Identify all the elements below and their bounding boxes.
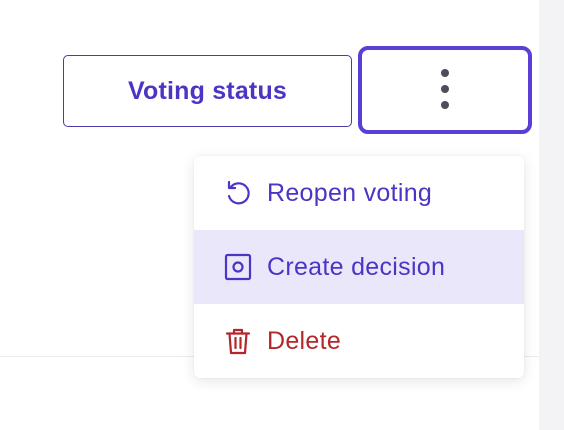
trash-icon [222, 325, 254, 357]
menu-item-delete[interactable]: Delete [194, 304, 524, 378]
menu-item-reopen-voting[interactable]: Reopen voting [194, 156, 524, 230]
reopen-icon [222, 177, 254, 209]
scrollbar-track[interactable] [539, 0, 564, 430]
more-options-button[interactable] [358, 46, 532, 134]
menu-item-label: Create decision [267, 252, 446, 281]
actions-menu: Reopen voting Create decision Delete [194, 156, 524, 378]
vertical-ellipsis-icon [439, 67, 451, 114]
menu-item-label: Delete [267, 326, 342, 355]
menu-item-label: Reopen voting [267, 178, 433, 207]
voting-status-button[interactable]: Voting status [63, 55, 352, 127]
menu-item-create-decision[interactable]: Create decision [194, 230, 524, 304]
create-decision-icon [222, 251, 254, 283]
